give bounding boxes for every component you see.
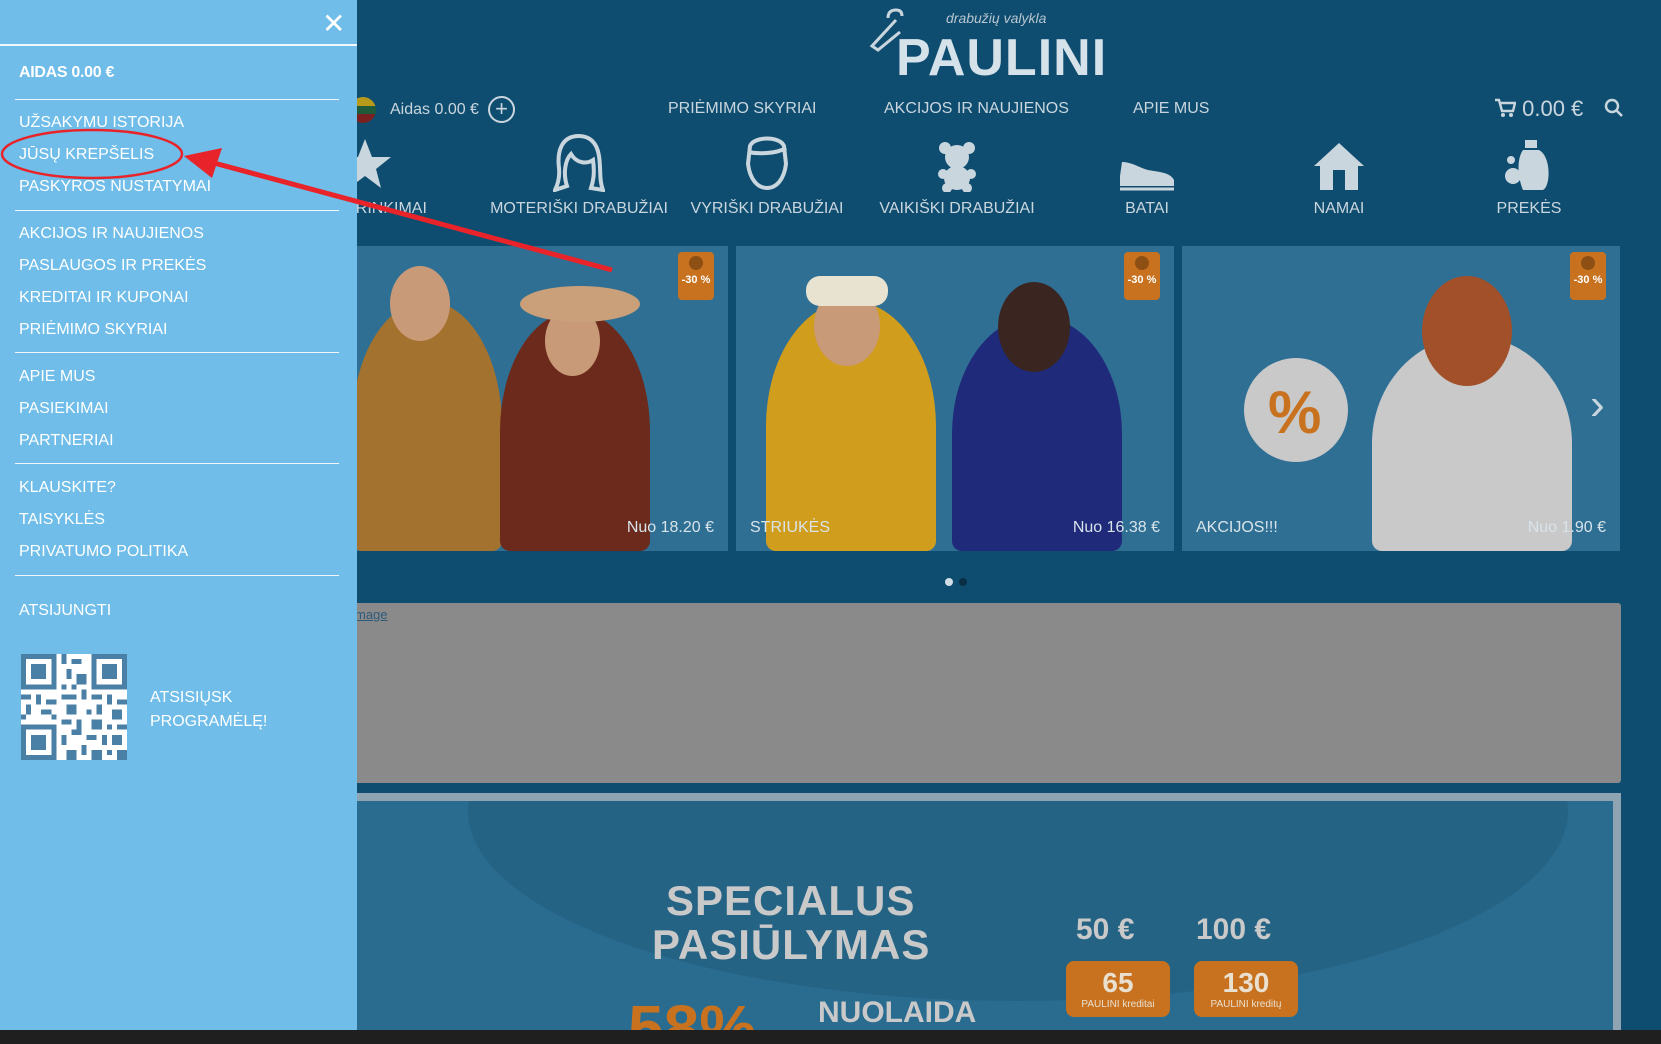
- logo-name: PAULINI: [896, 29, 1108, 87]
- side-menu-drawer: ✕ AIDAS 0.00 € UŽSAKYMU ISTORIJA JŪSŲ KR…: [0, 0, 357, 1030]
- cart-button[interactable]: 0.00 €: [1494, 96, 1583, 122]
- category-label: MOTERIŠKI DRABUŽIAI: [490, 200, 668, 217]
- category-kids-clothing[interactable]: VAIKIŠKI DRABUŽIAI: [862, 130, 1052, 218]
- discount-tag: -30 %: [1124, 252, 1160, 300]
- banner-price: Nuo 18.20 €: [626, 519, 714, 536]
- app-download-caption[interactable]: ATSISIŲSK PROGRAMĖLĘ!: [150, 686, 267, 734]
- slider-next-button[interactable]: ›: [1590, 380, 1605, 430]
- slider-dot[interactable]: [959, 578, 967, 586]
- menu-item-partners[interactable]: PARTNERIAI: [19, 432, 114, 450]
- promo-discount-word: NUOLAIDA: [818, 996, 977, 1029]
- caption-line: PROGRAMĖLĘ!: [150, 713, 268, 730]
- caption-line: ATSISIŲSK: [150, 689, 233, 706]
- category-mens-clothing[interactable]: VYRIŠKI DRABUŽIAI: [672, 130, 862, 218]
- model-head: [1422, 276, 1512, 386]
- divider: [15, 575, 339, 576]
- category-products[interactable]: PREKĖS: [1434, 130, 1624, 218]
- offer1-amount: 50 €: [1076, 913, 1135, 946]
- hat-image: [520, 286, 640, 322]
- nav-link-reception[interactable]: PRIĖMIMO SKYRIAI: [668, 100, 816, 118]
- menu-item-credits-coupons[interactable]: KREDITAI IR KUPONAI: [19, 289, 189, 307]
- nav-link-about[interactable]: APIE MUS: [1133, 100, 1209, 118]
- broken-image-box: mage: [340, 603, 1621, 783]
- category-label: PREKĖS: [1496, 200, 1562, 217]
- qr-code-icon: [21, 654, 127, 760]
- ski-goggles-image: [806, 276, 888, 306]
- cart-total: 0.00 €: [1522, 96, 1584, 121]
- products-icon: [1505, 140, 1549, 190]
- account-balance[interactable]: Aidas 0.00 €: [390, 101, 479, 119]
- teddy-bear-icon: [938, 142, 976, 192]
- nav-link-promotions[interactable]: AKCIJOS IR NAUJIENOS: [884, 100, 1069, 118]
- woman-icon: [553, 134, 605, 192]
- close-icon[interactable]: ✕: [322, 10, 345, 38]
- banner-sales[interactable]: % -30 % AKCIJOS!!! Nuo 1.90 €: [1182, 246, 1620, 551]
- menu-item-services-products[interactable]: PASLAUGOS IR PREKĖS: [19, 257, 206, 275]
- offer1-credits: 65: [1102, 967, 1134, 998]
- promo-title-line1: SPECIALUS: [666, 877, 916, 924]
- banner-price: Nuo 1.90 €: [1527, 519, 1606, 536]
- divider: [15, 463, 339, 464]
- paulini-logo[interactable]: drabužių valykla PAULINI: [866, 6, 1106, 87]
- promo-title-line2: PASIŪLYMAS: [652, 921, 931, 968]
- menu-item-about-us[interactable]: APIE MUS: [19, 368, 95, 386]
- offer2-ticket: 130 PAULINI kreditų: [1194, 961, 1298, 1017]
- menu-item-reception-points[interactable]: PRIĖMIMO SKYRIAI: [19, 321, 167, 339]
- offer2-credits: 130: [1222, 967, 1270, 998]
- broken-image-link[interactable]: mage: [355, 607, 388, 622]
- banner-jackets[interactable]: -30 % STRIUKĖS Nuo 16.38 €: [736, 246, 1174, 551]
- category-label: VYRIŠKI DRABUŽIAI: [690, 200, 844, 217]
- menu-item-order-history[interactable]: UŽSAKYMU ISTORIJA: [19, 114, 184, 132]
- menu-item-your-cart[interactable]: JŪSŲ KREPŠELIS: [19, 146, 154, 164]
- search-icon[interactable]: [1604, 98, 1624, 118]
- menu-item-rules[interactable]: TAISYKLĖS: [19, 511, 105, 529]
- menu-item-logout[interactable]: ATSIJUNGTI: [19, 602, 111, 620]
- model-head: [390, 266, 450, 341]
- category-label: BATAI: [1125, 200, 1169, 217]
- os-taskbar: [0, 1030, 1661, 1044]
- divider: [15, 352, 339, 353]
- menu-item-privacy-policy[interactable]: PRIVATUMO POLITIKA: [19, 543, 188, 561]
- category-shoes[interactable]: BATAI: [1052, 130, 1242, 218]
- divider: [15, 99, 339, 100]
- offer1-ticket: 65 PAULINI kreditai: [1066, 961, 1170, 1017]
- banner-coats[interactable]: -30 % Nuo 18.20 €: [340, 246, 728, 551]
- shoe-icon: [1120, 162, 1174, 191]
- promo-banner[interactable]: SPECIALUS PASIŪLYMAS 50 € 100 € 65 PAULI…: [340, 793, 1621, 1030]
- menu-item-account-settings[interactable]: PASKYROS NUSTATYMAI: [19, 178, 211, 196]
- divider: [15, 210, 339, 211]
- add-funds-button[interactable]: +: [488, 96, 515, 123]
- offer1-sub: PAULINI kreditai: [1081, 999, 1155, 1010]
- divider: [0, 44, 357, 46]
- cart-icon: [1495, 98, 1517, 117]
- menu-item-achievements[interactable]: PASIEKIMAI: [19, 400, 109, 418]
- promo-percent: 58%: [628, 992, 757, 1030]
- slider-dots: [945, 573, 973, 591]
- category-home[interactable]: NAMAI: [1244, 130, 1434, 218]
- category-label: NAMAI: [1313, 200, 1365, 217]
- category-womens-clothing[interactable]: MOTERIŠKI DRABUŽIAI: [484, 130, 674, 218]
- menu-item-promotions[interactable]: AKCIJOS IR NAUJIENOS: [19, 225, 204, 243]
- banner-price: Nuo 16.38 €: [1072, 519, 1160, 536]
- house-icon: [1314, 143, 1364, 190]
- category-label: VAIKIŠKI DRABUŽIAI: [879, 200, 1035, 217]
- banner-caption: AKCIJOS!!!: [1196, 519, 1278, 536]
- drawer-account-balance[interactable]: AIDAS 0.00 €: [19, 64, 114, 82]
- promo-background-arc: [468, 801, 1568, 1001]
- discount-tag: -30 %: [1570, 252, 1606, 300]
- banner-caption: STRIUKĖS: [750, 519, 831, 536]
- category-bar: ASIRINKIMAI MOTERIŠKI DRABUŽIAI VYRIŠKI …: [330, 130, 1661, 225]
- logo-tagline: drabužių valykla: [946, 10, 1047, 26]
- percent-sign-image: %: [1244, 358, 1348, 462]
- menu-item-ask[interactable]: KLAUSKITE?: [19, 479, 116, 497]
- offer2-sub: PAULINI kreditų: [1210, 999, 1282, 1010]
- app-download-qr-code[interactable]: [21, 654, 127, 760]
- slider-dot[interactable]: [945, 578, 953, 586]
- offer2-amount: 100 €: [1196, 913, 1272, 946]
- model-head: [998, 282, 1070, 372]
- man-icon: [745, 136, 789, 191]
- discount-tag: -30 %: [678, 252, 714, 300]
